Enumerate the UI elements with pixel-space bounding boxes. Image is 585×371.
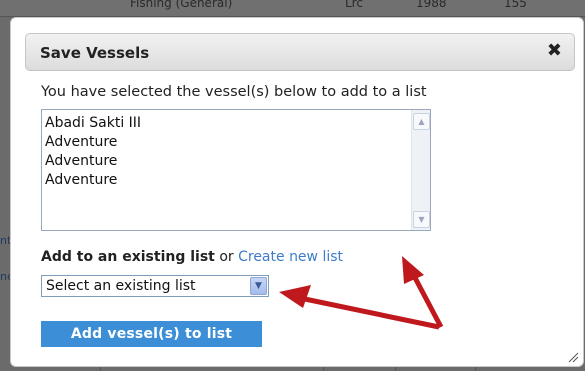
add-vessels-button[interactable]: Add vessel(s) to list <box>41 321 262 347</box>
list-item[interactable]: Abadi Sakti III <box>42 114 141 133</box>
list-scrollbar[interactable]: ▲ ▼ <box>411 110 430 230</box>
save-vessels-dialog: Save Vessels ✖ You have selected the ves… <box>10 17 584 367</box>
background-cell: Lrc <box>345 0 363 10</box>
close-icon[interactable]: ✖ <box>547 42 562 60</box>
background-cell: Fishing (General) <box>130 0 233 10</box>
dialog-header: Save Vessels ✖ <box>25 33 575 71</box>
background-cell: 1988 <box>416 0 447 10</box>
background-table-row: Fishing (General) Lrc 1988 155 <box>0 0 585 17</box>
select-value: Select an existing list <box>46 278 196 294</box>
resize-handle-icon[interactable] <box>567 351 579 363</box>
add-to-list-line: Add to an existing list or Create new li… <box>41 249 343 265</box>
add-existing-label: Add to an existing list <box>41 249 215 265</box>
intro-text: You have selected the vessel(s) below to… <box>41 84 427 100</box>
selected-vessels-list[interactable]: Abadi Sakti III Adventure Adventure Adve… <box>41 109 431 231</box>
list-item[interactable]: Adventure <box>42 171 141 190</box>
list-item[interactable]: Adventure <box>42 152 141 171</box>
chevron-down-icon[interactable]: ▼ <box>250 277 267 295</box>
background-cell: 155 <box>504 0 527 10</box>
create-new-list-link[interactable]: Create new list <box>238 249 343 265</box>
list-item[interactable]: Adventure <box>42 133 141 152</box>
dialog-title: Save Vessels <box>40 44 150 62</box>
scroll-down-icon[interactable]: ▼ <box>413 211 430 228</box>
or-text: or <box>219 249 234 265</box>
scroll-up-icon[interactable]: ▲ <box>413 113 430 130</box>
existing-list-select[interactable]: Select an existing list ▼ <box>41 275 269 297</box>
